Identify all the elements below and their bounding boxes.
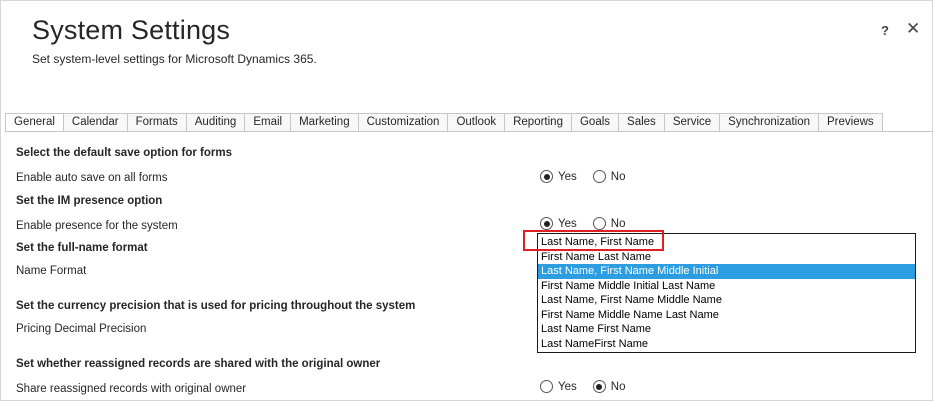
radio-unchecked-icon: [592, 217, 606, 230]
name-format-label: Name Format: [16, 265, 87, 277]
name-format-option[interactable]: First Name Middle Initial Last Name: [538, 279, 915, 294]
presence-no-radio[interactable]: No: [592, 217, 626, 230]
share-reassigned-label: Share reassigned records with original o…: [16, 383, 247, 395]
fullname-section-header: Set the full-name format: [16, 242, 148, 254]
share-no-radio[interactable]: No: [592, 380, 626, 393]
name-format-option-selected[interactable]: Last Name, First Name Middle Initial: [538, 264, 915, 279]
currency-section-header: Set the currency precision that is used …: [16, 300, 416, 312]
name-format-option[interactable]: Last Name First Name: [538, 322, 915, 337]
name-format-option[interactable]: First Name Last Name: [538, 250, 915, 265]
tab-email[interactable]: Email: [244, 113, 291, 132]
radio-label: Yes: [558, 170, 577, 183]
save-section-header: Select the default save option for forms: [16, 147, 232, 159]
name-format-option[interactable]: Last Name, First Name Middle Name: [538, 293, 915, 308]
tab-auditing[interactable]: Auditing: [185, 113, 245, 132]
radio-label: No: [610, 380, 626, 393]
presence-label: Enable presence for the system: [16, 220, 178, 232]
share-reassigned-radio-group: Yes No: [540, 380, 641, 393]
radio-checked-icon: [540, 170, 553, 183]
annotation-highlight-box: [523, 230, 664, 251]
tab-marketing[interactable]: Marketing: [290, 113, 358, 132]
radio-unchecked-icon: [540, 380, 553, 393]
radio-unchecked-icon: [592, 170, 606, 183]
tab-synchronization[interactable]: Synchronization: [719, 113, 818, 132]
name-format-dropdown-list[interactable]: Last Name, First Name First Name Last Na…: [537, 233, 916, 353]
tab-goals[interactable]: Goals: [570, 113, 619, 132]
tab-formats[interactable]: Formats: [126, 113, 186, 132]
tab-divider: [5, 131, 933, 132]
tab-outlook[interactable]: Outlook: [447, 113, 505, 132]
share-yes-radio[interactable]: Yes: [540, 380, 577, 393]
tab-sales[interactable]: Sales: [618, 113, 664, 132]
page-subtitle: Set system-level settings for Microsoft …: [32, 52, 317, 66]
im-section-header: Set the IM presence option: [16, 195, 163, 207]
presence-yes-radio[interactable]: Yes: [540, 217, 577, 230]
help-button[interactable]: ?: [881, 23, 889, 38]
autosave-yes-radio[interactable]: Yes: [540, 170, 577, 183]
name-format-option[interactable]: First Name Middle Name Last Name: [538, 308, 915, 323]
presence-radio-group: Yes No: [540, 217, 641, 230]
page-title: System Settings: [32, 15, 231, 45]
radio-label: Yes: [558, 217, 577, 230]
close-icon[interactable]: ✕: [906, 20, 920, 37]
autosave-radio-group: Yes No: [540, 170, 641, 183]
tab-calendar[interactable]: Calendar: [62, 113, 127, 132]
settings-tab-bar: General Calendar Formats Auditing Email …: [5, 113, 883, 132]
tab-previews[interactable]: Previews: [818, 113, 883, 132]
tab-service[interactable]: Service: [663, 113, 720, 132]
tab-customization[interactable]: Customization: [357, 113, 448, 132]
name-format-option[interactable]: Last NameFirst Name: [538, 337, 915, 352]
reassign-section-header: Set whether reassigned records are share…: [16, 358, 381, 370]
radio-label: Yes: [558, 380, 577, 393]
radio-label: No: [610, 217, 626, 230]
autosave-no-radio[interactable]: No: [592, 170, 626, 183]
tab-general[interactable]: General: [5, 113, 63, 132]
tab-reporting[interactable]: Reporting: [504, 113, 571, 132]
radio-checked-icon: [540, 217, 553, 230]
system-settings-dialog: System Settings Set system-level setting…: [0, 0, 933, 401]
autosave-label: Enable auto save on all forms: [16, 172, 168, 184]
radio-label: No: [610, 170, 626, 183]
pricing-precision-label: Pricing Decimal Precision: [16, 323, 147, 335]
radio-checked-icon: [592, 380, 606, 393]
